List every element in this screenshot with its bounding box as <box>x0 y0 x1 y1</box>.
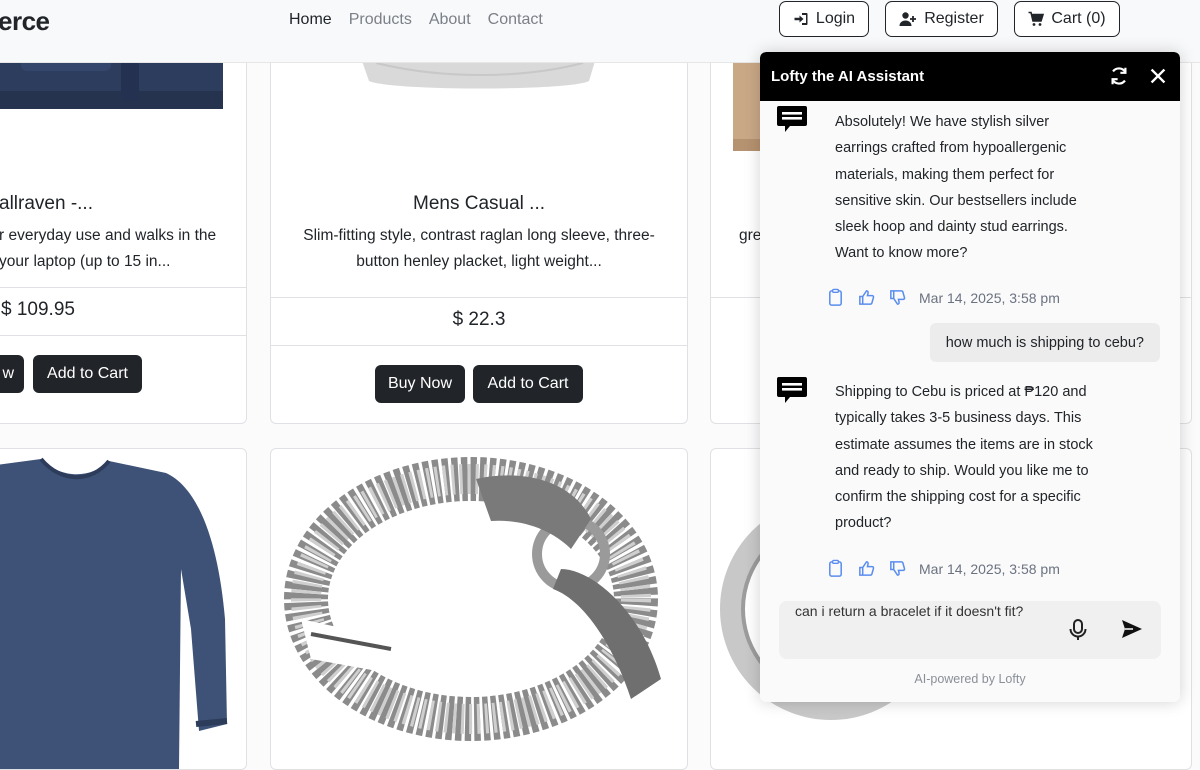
message-meta: Mar 14, 2025, 3:58 pm <box>826 559 1060 578</box>
product-card: allraven -... r everyday use and walks i… <box>0 0 247 424</box>
login-label: Login <box>815 10 856 27</box>
close-icon[interactable] <box>1147 65 1169 87</box>
message-meta: Mar 14, 2025, 3:58 pm <box>826 288 1060 307</box>
register-button[interactable]: Register <box>885 1 998 37</box>
buy-now-button[interactable]: w <box>0 355 24 393</box>
product-description-line: r everyday use and walks in the <box>0 227 217 244</box>
chat-assistant-panel: Lofty the AI Assistant Absolutely! We ha… <box>760 52 1180 702</box>
message-timestamp: Mar 14, 2025, 3:58 pm <box>919 289 1060 306</box>
message-timestamp: Mar 14, 2025, 3:58 pm <box>919 560 1060 577</box>
user-plus-icon <box>899 12 917 26</box>
divider <box>0 287 246 288</box>
add-to-cart-button[interactable]: Add to Cart <box>33 355 142 393</box>
nav-link-about[interactable]: About <box>429 11 471 29</box>
product-description-line: Slim-fitting style, contrast raglan long… <box>303 227 655 244</box>
copy-icon[interactable] <box>826 559 845 578</box>
divider <box>271 297 687 298</box>
product-image-longsleeve[interactable] <box>0 449 246 769</box>
chat-title: Lofty the AI Assistant <box>771 68 925 85</box>
chat-input[interactable]: can i return a bracelet if it doesn't fi… <box>779 601 1161 659</box>
chat-input-text[interactable]: can i return a bracelet if it doesn't fi… <box>795 599 1045 623</box>
chat-header: Lofty the AI Assistant <box>760 52 1180 101</box>
product-title[interactable]: allraven -... <box>0 193 246 215</box>
product-card <box>0 448 247 770</box>
product-description: r everyday use and walks in the your lap… <box>0 223 246 275</box>
product-description-line: button henley placket, light weight... <box>356 253 602 270</box>
nav-links: Home Products About Contact <box>289 11 543 29</box>
thumbs-up-icon[interactable] <box>857 288 876 307</box>
login-button[interactable]: Login <box>779 1 869 37</box>
product-price: $ 22.3 <box>452 309 506 330</box>
brand-logo[interactable]: erce <box>0 6 50 37</box>
add-to-cart-button[interactable]: Add to Cart <box>473 365 583 403</box>
sign-in-icon <box>794 13 808 25</box>
divider <box>271 345 687 346</box>
cart-button[interactable]: Cart (0) <box>1014 1 1120 37</box>
bot-message: Shipping to Cebu is priced at ₱120 and t… <box>835 384 1093 532</box>
product-price: $ 109.95 <box>1 299 75 320</box>
powered-by-note: AI-powered by Lofty <box>914 672 1026 686</box>
nav-link-products[interactable]: Products <box>349 11 412 29</box>
nav-link-contact[interactable]: Contact <box>488 11 543 29</box>
product-card <box>270 448 688 770</box>
product-description-line: your laptop (up to 15 in... <box>0 253 171 270</box>
buy-now-button[interactable]: Buy Now <box>375 365 465 403</box>
microphone-icon[interactable] <box>1067 618 1089 642</box>
product-image-bracelet[interactable] <box>271 449 687 769</box>
divider <box>0 335 246 336</box>
thumbs-down-icon[interactable] <box>888 288 907 307</box>
bot-message: Absolutely! We have stylish silver earri… <box>835 114 1077 262</box>
product-title[interactable]: Mens Casual ... <box>271 193 687 215</box>
cart-icon <box>1028 11 1045 26</box>
register-label: Register <box>924 10 984 27</box>
refresh-icon[interactable] <box>1108 65 1130 87</box>
user-message: how much is shipping to cebu? <box>929 323 1160 362</box>
copy-icon[interactable] <box>826 288 845 307</box>
cart-label: Cart (0) <box>1051 10 1106 27</box>
chat-bubble-icon <box>777 377 807 403</box>
thumbs-down-icon[interactable] <box>888 559 907 578</box>
nav-link-home[interactable]: Home <box>289 11 332 29</box>
send-icon[interactable] <box>1121 619 1143 639</box>
chat-bubble-icon <box>777 106 807 132</box>
product-description: Slim-fitting style, contrast raglan long… <box>271 223 687 275</box>
thumbs-up-icon[interactable] <box>857 559 876 578</box>
product-card: Mens Casual ... Slim-fitting style, cont… <box>270 0 688 424</box>
